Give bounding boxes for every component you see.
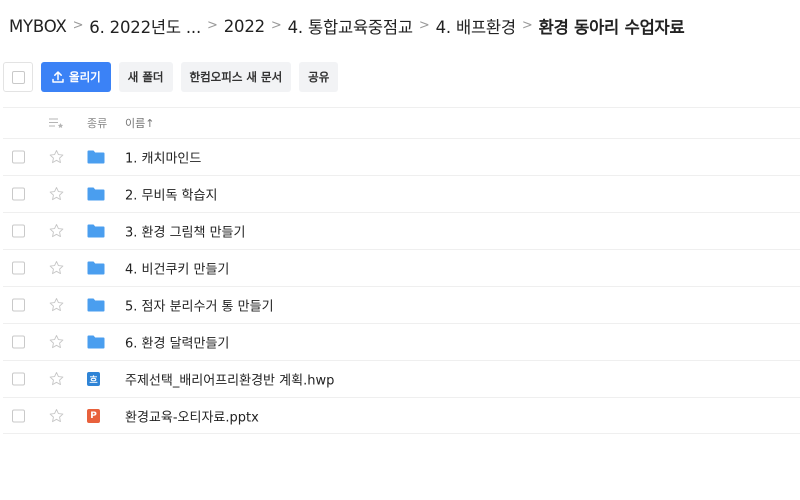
row-checkbox[interactable]	[12, 261, 25, 275]
breadcrumb-item-mybox[interactable]: MYBOX	[9, 17, 67, 36]
chevron-right-icon: >	[207, 17, 218, 33]
breadcrumb: MYBOX > 6. 2022년도 ... > 2022 > 4. 통합교육중점…	[9, 14, 685, 38]
hwp-badge: 흐	[87, 372, 100, 386]
upload-icon	[52, 71, 64, 83]
table-row[interactable]: 5. 점자 분리수거 통 만들기	[3, 286, 800, 323]
file-name[interactable]: 주제선택_배리어프리환경반 계획.hwp	[125, 370, 334, 389]
folder-icon	[87, 335, 105, 349]
upload-button[interactable]: 올리기	[41, 62, 111, 92]
table-row[interactable]: 1. 캐치마인드	[3, 138, 800, 175]
file-name[interactable]: 5. 점자 분리수거 통 만들기	[125, 296, 274, 315]
star-icon[interactable]	[48, 260, 65, 277]
column-header-kind[interactable]: 종류	[87, 115, 107, 131]
row-checkbox[interactable]	[12, 224, 25, 238]
star-icon[interactable]	[48, 334, 65, 351]
folder-icon	[87, 261, 105, 275]
star-icon[interactable]	[48, 149, 65, 166]
table-row[interactable]: 4. 비건쿠키 만들기	[3, 249, 800, 286]
select-all-checkbox[interactable]	[3, 62, 33, 92]
sort-favorites-icon[interactable]	[48, 117, 64, 129]
checkbox-box	[11, 70, 25, 84]
hwp-file-icon: 흐	[87, 372, 100, 386]
chevron-right-icon: >	[270, 17, 282, 33]
row-checkbox[interactable]	[12, 372, 25, 386]
new-hancom-document-button[interactable]: 한컴오피스 새 문서	[180, 62, 292, 92]
folder-icon	[87, 187, 105, 201]
chevron-right-icon: >	[72, 17, 84, 33]
file-name[interactable]: 3. 환경 그림책 만들기	[125, 222, 245, 241]
pptx-badge: P	[87, 408, 100, 423]
file-name[interactable]: 1. 캐치마인드	[125, 148, 201, 167]
table-row[interactable]: 3. 환경 그림책 만들기	[3, 212, 800, 249]
row-checkbox[interactable]	[12, 298, 25, 312]
file-name[interactable]: 6. 환경 달력만들기	[125, 333, 229, 352]
file-name[interactable]: 4. 비건쿠키 만들기	[125, 259, 229, 278]
breadcrumb-item-2022-year-folder[interactable]: 6. 2022년도 ...	[89, 14, 201, 38]
folder-icon	[87, 298, 105, 312]
star-icon[interactable]	[48, 297, 65, 314]
row-checkbox[interactable]	[12, 150, 25, 164]
file-name[interactable]: 2. 무비독 학습지	[125, 185, 217, 204]
chevron-right-icon: >	[418, 17, 430, 33]
pptx-file-icon: P	[87, 408, 100, 423]
breadcrumb-item-current: 환경 동아리 수업자료	[538, 18, 685, 37]
column-header-name[interactable]: 이름↑	[125, 115, 154, 131]
folder-icon	[87, 150, 105, 164]
folder-icon	[87, 224, 105, 238]
breadcrumb-item-integrated-edu[interactable]: 4. 통합교육중점교	[288, 14, 413, 38]
new-folder-button[interactable]: 새 폴더	[118, 62, 173, 92]
breadcrumb-item-2022[interactable]: 2022	[224, 17, 265, 36]
file-name[interactable]: 환경교육-오티자료.pptx	[125, 406, 259, 425]
row-checkbox[interactable]	[12, 409, 25, 422]
share-button[interactable]: 공유	[299, 62, 339, 92]
star-icon[interactable]	[48, 186, 65, 203]
star-icon[interactable]	[48, 407, 65, 424]
table-row[interactable]: 흐 주제선택_배리어프리환경반 계획.hwp	[3, 360, 800, 397]
row-checkbox[interactable]	[12, 335, 25, 349]
upload-label: 올리기	[69, 70, 101, 84]
table-row[interactable]: 2. 무비독 학습지	[3, 175, 800, 212]
file-table: 종류 이름↑ 1. 캐치마인드 2. 무비독 학습지 3. 환경 그림책 만들기…	[3, 107, 800, 434]
star-icon[interactable]	[48, 371, 65, 388]
toolbar: 올리기 새 폴더 한컴오피스 새 문서 공유	[3, 62, 346, 92]
breadcrumb-item-environment[interactable]: 4. 배프환경	[436, 14, 517, 38]
row-checkbox[interactable]	[12, 187, 25, 201]
star-icon[interactable]	[48, 223, 65, 240]
chevron-right-icon: >	[521, 17, 533, 33]
table-row[interactable]: 6. 환경 달력만들기	[3, 323, 800, 360]
table-row[interactable]: P 환경교육-오티자료.pptx	[3, 397, 800, 434]
table-header: 종류 이름↑	[3, 107, 800, 138]
